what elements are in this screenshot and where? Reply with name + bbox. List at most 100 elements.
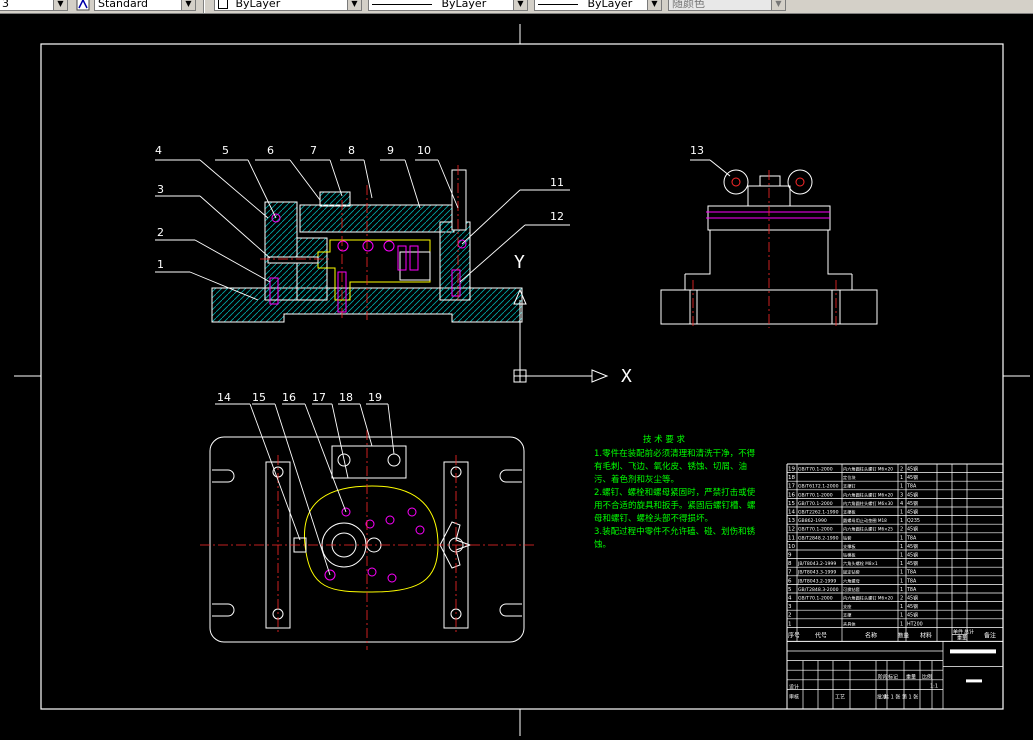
chevron-down-icon[interactable]: ▼ <box>647 0 661 10</box>
label-scale: 比例 <box>922 673 932 680</box>
bom-row-material: Q235 <box>907 518 920 524</box>
plan-view[interactable] <box>200 403 535 650</box>
bom-row-material: 45钢 <box>907 603 918 610</box>
bom-row-code: JB/T8043.3-1999 <box>797 570 836 576</box>
chevron-down-icon[interactable]: ▼ <box>771 0 785 10</box>
color-value: ByLayer <box>235 0 281 10</box>
title-block[interactable]: 19 GB/T70.1-2000 内六角圆柱头螺钉 M6×20 2 45钢18 定位块 1 4… <box>786 463 1004 709</box>
bom-row-material: T8A <box>906 484 917 490</box>
label-design: 设计 <box>789 683 799 690</box>
linetype-combo[interactable]: ByLayer ▼ <box>368 0 528 11</box>
bom-row-no: 14 <box>788 510 795 516</box>
bom-row-name: 定位块 <box>843 474 856 481</box>
bom-header-code: 代号 <box>815 631 827 639</box>
bom-row-no: 5 <box>788 587 792 593</box>
bom-row-qty: 1 <box>900 535 903 541</box>
bom-row-material: 45钢 <box>907 474 918 481</box>
bom-row-code: GB862-1990 <box>798 518 827 524</box>
bom-row-no: 6 <box>788 578 792 584</box>
bom-row-name: 夹具体 <box>843 620 856 627</box>
bom-row-no: 7 <box>788 570 792 576</box>
bom-row-name: 支撑钉 <box>843 483 856 490</box>
bom-row-qty: 1 <box>900 621 903 627</box>
drawing-frame <box>14 24 1030 736</box>
lineweight-combo[interactable]: ByLayer ▼ <box>534 0 662 11</box>
bom-row-material: 45钢 <box>907 526 918 533</box>
bom-row-no: 12 <box>788 527 795 533</box>
bom-row-code: GB/T70.1-2000 <box>798 527 833 533</box>
plotstyle-combo[interactable]: 随颜色 ▼ <box>668 0 786 11</box>
bom-row-code: GB/T2848.2-1990 <box>798 535 839 541</box>
bom-row-qty: 1 <box>900 613 903 619</box>
label-scale-value: 1:1 <box>930 683 938 689</box>
bom-row-no: 11 <box>788 535 795 541</box>
text-style-icon[interactable] <box>76 0 90 11</box>
label-sheet: 共 1 张 第 1 张 <box>884 693 918 700</box>
bom-row-no: 2 <box>788 613 792 619</box>
bom-row-material: T8A <box>906 535 917 541</box>
bom-row-name: 支座 <box>843 603 851 610</box>
bom-row-name: 内六角圆柱头螺钉 M6×20 <box>843 595 893 602</box>
bom-row-no: 13 <box>788 518 795 524</box>
bom-row-no: 9 <box>788 553 792 559</box>
label-weight: 重量 <box>906 673 916 680</box>
chevron-down-icon[interactable]: ▼ <box>181 0 195 10</box>
bom-row-qty: 2 <box>900 596 903 602</box>
bom-row-material: 45钢 <box>907 552 918 559</box>
bom-row-qty: 3 <box>900 492 903 498</box>
bom-row-no: 17 <box>788 484 795 490</box>
bom-row-qty: 1 <box>900 484 903 490</box>
bom-row-code: GB/T2262.1-1990 <box>798 510 839 516</box>
bom-row-material: T8A <box>906 578 917 584</box>
bom-row-no: 15 <box>788 501 795 507</box>
layer-value: 3 <box>2 0 9 10</box>
bom-row-code: GB/T70.1-2000 <box>798 596 833 602</box>
bom-header-qty: 数量 <box>898 631 910 639</box>
color-combo[interactable]: ByLayer ▼ <box>214 0 362 11</box>
bom-row-qty: 1 <box>900 604 903 610</box>
bom-row-name: 内六角圆柱头螺钉 M6×30 <box>843 500 893 507</box>
bom-row-no: 16 <box>788 492 795 498</box>
bom-row-material: T8A <box>906 570 917 576</box>
linetype-preview-icon <box>372 3 432 5</box>
bom-row-no: 4 <box>788 596 792 602</box>
bom-row-qty: 4 <box>900 501 903 507</box>
layer-combo[interactable]: 3 ▼ <box>0 0 68 11</box>
bom-row-name: 内六角圆柱头螺钉 M6×20 <box>843 491 893 498</box>
lineweight-value: ByLayer <box>587 0 633 10</box>
bom-row-qty: 2 <box>900 527 903 533</box>
side-view[interactable] <box>660 159 878 328</box>
chevron-down-icon[interactable]: ▼ <box>347 0 361 10</box>
bom-row-no: 1 <box>788 621 792 627</box>
bom-row-code: GB/T70.1-2000 <box>798 467 833 473</box>
bom-row-name: 支撑 <box>843 612 852 619</box>
bom-header-no: 序号 <box>788 631 800 639</box>
chevron-down-icon[interactable]: ▼ <box>53 0 67 10</box>
drawing-canvas[interactable]: 19 GB/T70.1-2000 内六角圆柱头螺钉 M6×20 2 45钢18 定位块 1 4… <box>0 14 1033 740</box>
chevron-down-icon[interactable]: ▼ <box>513 0 527 10</box>
bom-row-name: 可换钻套 <box>843 586 861 593</box>
bom-row-no: 3 <box>788 604 792 610</box>
front-section-view[interactable] <box>155 159 570 323</box>
bom-row-qty: 2 <box>900 467 903 473</box>
bom-row-code: JB/T8043.2-1999 <box>797 578 836 584</box>
bom-header-weight: 重量 <box>957 634 967 641</box>
bom-header-name: 名称 <box>865 631 877 639</box>
bom-header-remarks: 备注 <box>984 631 996 639</box>
bom-row-no: 18 <box>788 475 795 481</box>
bom-row-name: 钻套 <box>843 534 852 541</box>
text-style-combo[interactable]: Standard ▼ <box>94 0 196 11</box>
bom-row-qty: 1 <box>900 475 903 481</box>
bom-row-name: 内六角圆柱头螺钉 M6×20 <box>843 466 893 473</box>
bom-row-material: 45钢 <box>907 543 918 550</box>
bom-row-material: 45钢 <box>907 491 918 498</box>
toolbar-separator <box>203 0 205 13</box>
bom-row-qty: 1 <box>900 510 903 516</box>
bom-row-material: T8A <box>906 587 917 593</box>
bom-row-material: 45钢 <box>907 612 918 619</box>
bom-row-code: JB/T8043.2-1999 <box>797 561 836 567</box>
bom-row-code: GB/T2848.3-2000 <box>798 587 839 593</box>
bom-row-no: 10 <box>788 544 795 550</box>
text-style-value: Standard <box>98 0 149 10</box>
bom-row-material: 45钢 <box>907 466 918 473</box>
